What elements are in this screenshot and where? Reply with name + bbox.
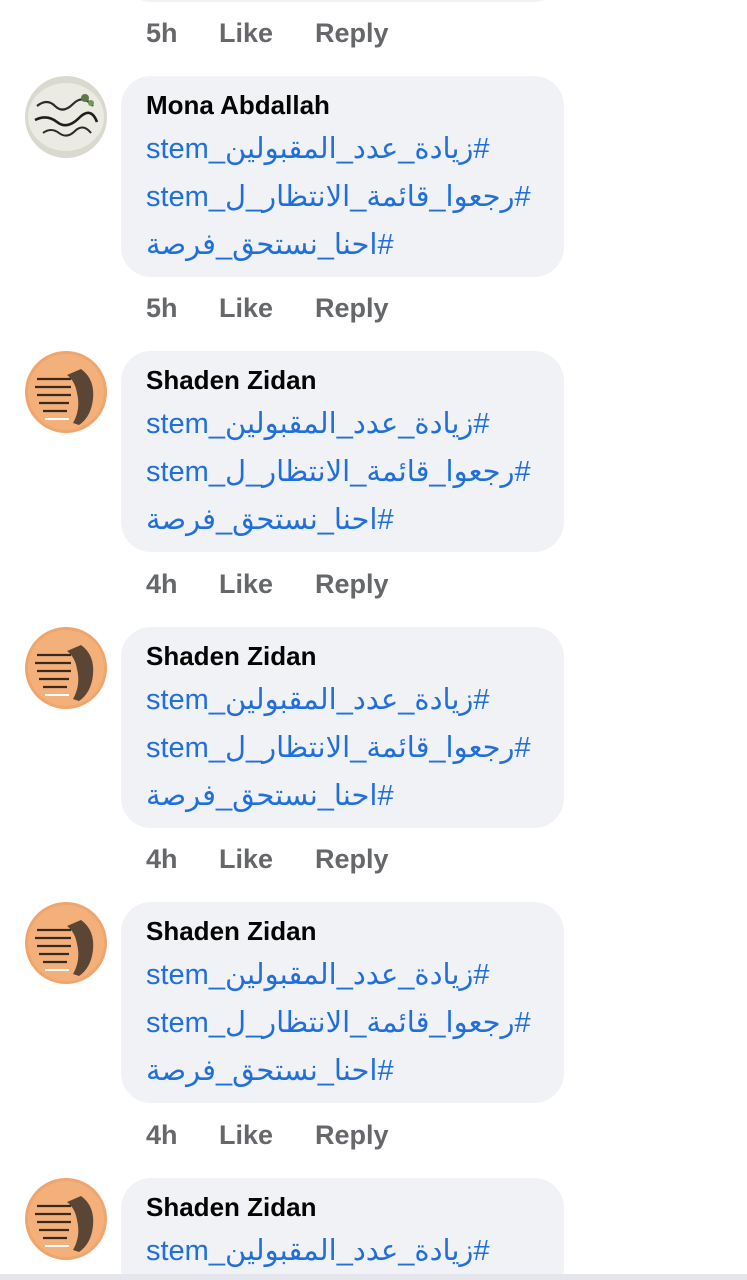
reply-button[interactable]: Reply (315, 569, 389, 600)
comment-bubble: Shaden Zidan #زيادة_عدد_المقبولين_stem (121, 1178, 564, 1280)
portrait-avatar-icon (25, 1178, 107, 1260)
portrait-avatar-icon (25, 351, 107, 433)
avatar[interactable] (25, 76, 107, 158)
bottom-divider (0, 1274, 747, 1280)
comment-bubble: Mona Abdallah #زيادة_عدد_المقبولين_stem … (121, 76, 564, 277)
comment-bubble: Shaden Zidan #زيادة_عدد_المقبولين_stem #… (121, 351, 564, 552)
like-button[interactable]: Like (219, 844, 315, 875)
hashtag-link[interactable]: #زيادة_عدد_المقبولين_stem (146, 131, 546, 166)
comment-timestamp[interactable]: 4h (146, 569, 219, 600)
comment-actions: 4h Like Reply (146, 564, 389, 604)
hashtag-link[interactable]: #احنا_نستحق_فرصة (146, 1053, 546, 1088)
comment-author[interactable]: Shaden Zidan (146, 916, 316, 947)
comment-author[interactable]: Shaden Zidan (146, 641, 316, 672)
comments-feed: 5h Like Reply Mona Abdallah #زيادة_عدد_ا… (0, 0, 747, 1280)
comment-author[interactable]: Shaden Zidan (146, 1192, 316, 1223)
avatar[interactable] (25, 351, 107, 433)
like-button[interactable]: Like (219, 18, 315, 49)
like-button[interactable]: Like (219, 293, 315, 324)
hashtag-link[interactable]: #احنا_نستحق_فرصة (146, 227, 546, 262)
hashtag-link[interactable]: #زيادة_عدد_المقبولين_stem (146, 1233, 546, 1268)
comment-timestamp[interactable]: 4h (146, 1120, 219, 1151)
comment-actions: 5h Like Reply (146, 13, 389, 53)
previous-comment-bubble (121, 0, 564, 2)
hashtag-link[interactable]: #احنا_نستحق_فرصة (146, 778, 546, 813)
reply-button[interactable]: Reply (315, 844, 389, 875)
comment-author[interactable]: Shaden Zidan (146, 365, 316, 396)
comment-timestamp[interactable]: 5h (146, 293, 219, 324)
calligraphy-avatar-icon (25, 76, 107, 158)
comment-bubble: Shaden Zidan #زيادة_عدد_المقبولين_stem #… (121, 627, 564, 828)
avatar[interactable] (25, 902, 107, 984)
hashtag-link[interactable]: #رجعوا_قائمة_الانتظار_ل_stem (146, 1005, 546, 1040)
like-button[interactable]: Like (219, 1120, 315, 1151)
hashtag-link[interactable]: #رجعوا_قائمة_الانتظار_ل_stem (146, 454, 546, 489)
like-button[interactable]: Like (219, 569, 315, 600)
portrait-avatar-icon (25, 902, 107, 984)
hashtag-link[interactable]: #رجعوا_قائمة_الانتظار_ل_stem (146, 730, 546, 765)
hashtag-link[interactable]: #رجعوا_قائمة_الانتظار_ل_stem (146, 179, 546, 214)
reply-button[interactable]: Reply (315, 1120, 389, 1151)
hashtag-link[interactable]: #زيادة_عدد_المقبولين_stem (146, 406, 546, 441)
hashtag-link[interactable]: #احنا_نستحق_فرصة (146, 502, 546, 537)
reply-button[interactable]: Reply (315, 18, 389, 49)
comment-actions: 4h Like Reply (146, 839, 389, 879)
comment-actions: 4h Like Reply (146, 1115, 389, 1155)
reply-button[interactable]: Reply (315, 293, 389, 324)
portrait-avatar-icon (25, 627, 107, 709)
comment-timestamp[interactable]: 4h (146, 844, 219, 875)
comment-author[interactable]: Mona Abdallah (146, 90, 330, 121)
comment-timestamp[interactable]: 5h (146, 18, 219, 49)
avatar[interactable] (25, 1178, 107, 1260)
hashtag-link[interactable]: #زيادة_عدد_المقبولين_stem (146, 682, 546, 717)
hashtag-link[interactable]: #زيادة_عدد_المقبولين_stem (146, 957, 546, 992)
comment-bubble: Shaden Zidan #زيادة_عدد_المقبولين_stem #… (121, 902, 564, 1103)
comment-actions: 5h Like Reply (146, 288, 389, 328)
avatar[interactable] (25, 627, 107, 709)
